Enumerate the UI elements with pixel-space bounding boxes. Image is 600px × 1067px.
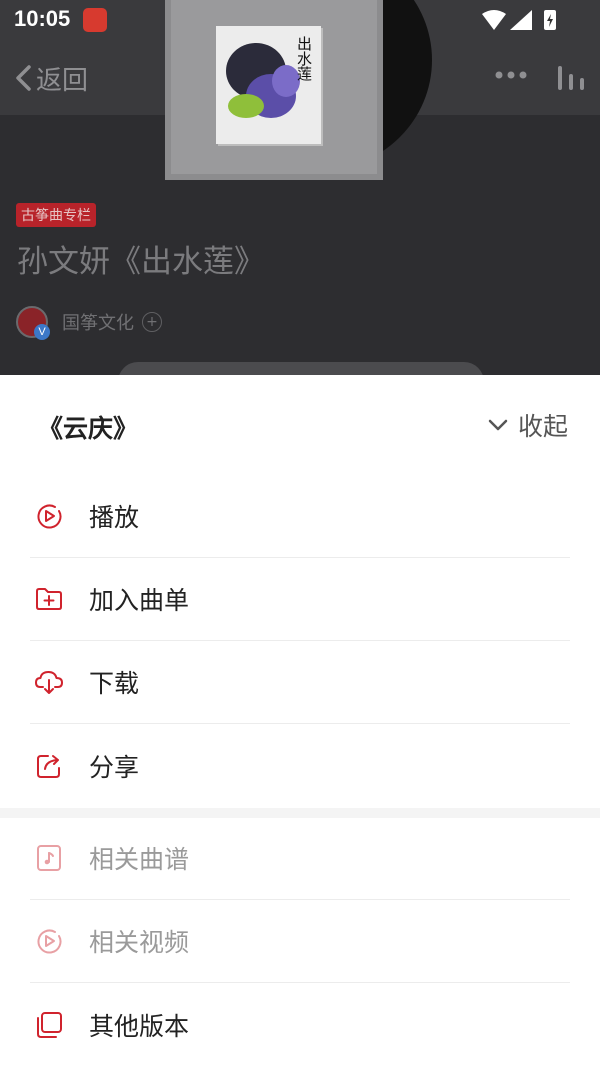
share-label: 分享	[89, 752, 140, 782]
versions-icon	[34, 1010, 64, 1040]
equalizer-icon[interactable]	[556, 64, 586, 92]
add-to-playlist-action[interactable]: 加入曲单	[30, 558, 570, 641]
chevron-down-icon	[488, 419, 508, 431]
sheet-title: 《云庆》	[38, 414, 139, 443]
share-action[interactable]: 分享	[30, 724, 570, 807]
related-scores-action[interactable]: 相关曲谱	[30, 817, 570, 900]
track-title: 孙文妍《出水莲》	[17, 244, 265, 280]
system-status-icons	[482, 10, 556, 30]
add-to-playlist-label: 加入曲单	[89, 586, 190, 615]
app-notification-icon	[83, 8, 107, 32]
play-label: 播放	[89, 503, 140, 532]
author-row[interactable]: V 国筝文化 +	[16, 306, 162, 340]
folder-add-icon	[34, 584, 64, 614]
back-label: 返回	[36, 65, 89, 96]
more-icon[interactable]	[494, 70, 528, 80]
follow-button[interactable]: +	[142, 312, 162, 332]
status-bar: 10:05	[0, 0, 600, 40]
video-play-icon	[34, 926, 64, 956]
related-videos-action[interactable]: 相关视频	[30, 900, 570, 983]
sheet-header: 《云庆》 收起	[0, 375, 600, 475]
download-label: 下载	[89, 669, 140, 698]
other-versions-action[interactable]: 其他版本	[30, 983, 570, 1066]
related-scores-label: 相关曲谱	[89, 845, 190, 874]
back-button[interactable]: 返回	[14, 58, 88, 98]
action-sheet: 《云庆》 收起 播放 加入曲单 下载 分享 相关曲谱 相关视频 其他版本	[0, 375, 600, 1067]
background-page: 出水莲 10:05 返回 古筝曲专栏 孙文妍《出水莲》 V 国筝文化 +	[0, 0, 600, 380]
album-art: 出水莲	[216, 26, 321, 144]
download-action[interactable]: 下载	[30, 641, 570, 724]
status-time: 10:05	[14, 6, 71, 31]
avatar[interactable]: V	[16, 306, 50, 340]
collapse-label: 收起	[517, 412, 568, 441]
play-circle-icon	[34, 501, 64, 531]
music-sheet-icon	[34, 843, 64, 873]
author-name[interactable]: 国筝文化	[62, 309, 134, 335]
verified-badge: V	[34, 324, 50, 340]
cloud-download-icon	[34, 667, 64, 697]
chevron-left-icon	[16, 65, 31, 91]
collapse-button[interactable]: 收起	[488, 407, 568, 443]
other-versions-label: 其他版本	[89, 1011, 190, 1041]
play-action[interactable]: 播放	[30, 475, 570, 558]
share-icon	[34, 751, 64, 781]
related-videos-label: 相关视频	[89, 928, 190, 957]
column-tag: 古筝曲专栏	[16, 203, 96, 227]
album-cover-text: 出水莲	[295, 36, 313, 81]
